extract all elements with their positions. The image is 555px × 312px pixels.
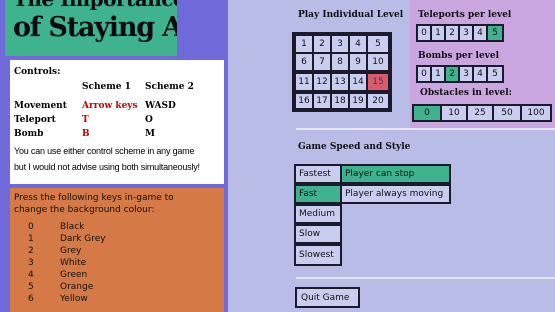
control-s2-movement: WASD bbox=[145, 101, 176, 111]
level-button-11[interactable]: 11 bbox=[294, 72, 314, 92]
level-button-2[interactable]: 2 bbox=[312, 34, 332, 54]
colour-name: White bbox=[60, 258, 87, 268]
colour-key: 4 bbox=[28, 270, 34, 280]
level-button-19[interactable]: 19 bbox=[348, 92, 368, 110]
speed-fastest-button[interactable]: Fastest bbox=[294, 164, 342, 184]
level-button-7[interactable]: 7 bbox=[312, 52, 332, 72]
obstacles-option-0[interactable]: 0 bbox=[412, 104, 442, 122]
level-button-3[interactable]: 3 bbox=[330, 34, 350, 54]
level-button-18[interactable]: 18 bbox=[330, 92, 350, 110]
bombs-heading: Bombs per level bbox=[418, 51, 500, 61]
colour-name: Yellow bbox=[60, 294, 88, 304]
colour-name: Green bbox=[60, 270, 88, 280]
level-select-heading: Play Individual Level bbox=[298, 10, 404, 20]
quit-game-button[interactable]: Quit Game bbox=[295, 287, 360, 308]
divider bbox=[296, 277, 555, 279]
colour-name: Black bbox=[60, 222, 85, 232]
control-s1-teleport: T bbox=[82, 115, 89, 125]
level-button-14[interactable]: 14 bbox=[348, 72, 368, 92]
colour-key: 3 bbox=[28, 258, 34, 268]
colour-option: 6 Yellow bbox=[28, 294, 178, 306]
controls-panel: Controls: Scheme 1 Scheme 2 Movement Arr… bbox=[10, 60, 224, 184]
control-s1-bomb: B bbox=[82, 129, 90, 139]
level-button-15[interactable]: 15 bbox=[366, 72, 390, 92]
colour-option: 5 Orange bbox=[28, 282, 178, 294]
title-banner: The Importance of Staying Alive bbox=[5, 0, 177, 56]
colour-option: 1 Dark Grey bbox=[28, 234, 178, 246]
control-s2-teleport: O bbox=[145, 115, 153, 125]
colour-name: Dark Grey bbox=[60, 234, 106, 244]
control-s2-bomb: M bbox=[145, 129, 155, 139]
level-button-17[interactable]: 17 bbox=[312, 92, 332, 110]
level-grid: 1 2 3 4 5 6 7 8 9 10 11 12 13 14 15 16 1… bbox=[292, 32, 392, 112]
teleports-heading: Teleports per level bbox=[418, 10, 512, 20]
teleports-option-5[interactable]: 5 bbox=[486, 24, 504, 42]
control-s1-movement: Arrow keys bbox=[82, 101, 138, 111]
level-button-20[interactable]: 20 bbox=[366, 92, 390, 110]
style-player-always-moving-button[interactable]: Player always moving bbox=[340, 184, 451, 204]
controls-heading: Controls: bbox=[14, 67, 61, 77]
colour-heading-2: change the background colour: bbox=[14, 205, 155, 215]
level-button-13[interactable]: 13 bbox=[330, 72, 350, 92]
control-label-movement: Movement bbox=[14, 101, 67, 111]
level-settings-panel: Teleports per level 0 1 2 3 4 5 Bombs pe… bbox=[410, 0, 555, 130]
title-line-1: The Importance bbox=[13, 0, 177, 11]
background-colour-panel: Press the following keys in-game to chan… bbox=[10, 188, 224, 312]
control-label-bomb: Bomb bbox=[14, 129, 44, 139]
level-button-1[interactable]: 1 bbox=[294, 34, 314, 54]
control-label-teleport: Teleport bbox=[14, 115, 56, 125]
speed-slow-button[interactable]: Slow bbox=[294, 224, 342, 244]
style-player-can-stop-button[interactable]: Player can stop bbox=[340, 164, 451, 184]
level-button-16[interactable]: 16 bbox=[294, 92, 314, 110]
colour-option: 2 Grey bbox=[28, 246, 178, 258]
colour-key: 5 bbox=[28, 282, 34, 292]
level-button-10[interactable]: 10 bbox=[366, 52, 390, 72]
scheme1-header: Scheme 1 bbox=[82, 82, 131, 92]
controls-note-1: You can use either control scheme in any… bbox=[14, 146, 195, 156]
level-button-4[interactable]: 4 bbox=[348, 34, 368, 54]
obstacles-option-25[interactable]: 25 bbox=[466, 104, 494, 122]
colour-heading-1: Press the following keys in-game to bbox=[14, 193, 174, 203]
bombs-option-5[interactable]: 5 bbox=[486, 65, 504, 83]
divider bbox=[296, 128, 555, 130]
colour-option: 4 Green bbox=[28, 270, 178, 282]
speed-fast-button[interactable]: Fast bbox=[294, 184, 342, 204]
colour-name: Orange bbox=[60, 282, 94, 292]
colour-option: 0 Black bbox=[28, 222, 178, 234]
obstacles-option-10[interactable]: 10 bbox=[440, 104, 468, 122]
obstacles-option-100[interactable]: 100 bbox=[520, 104, 552, 122]
title-line-2: of Staying Alive bbox=[13, 12, 177, 43]
colour-option: 3 White bbox=[28, 258, 178, 270]
colour-key: 2 bbox=[28, 246, 34, 256]
colour-key: 1 bbox=[28, 234, 34, 244]
colour-key: 0 bbox=[28, 222, 34, 232]
level-button-12[interactable]: 12 bbox=[312, 72, 332, 92]
level-button-6[interactable]: 6 bbox=[294, 52, 314, 72]
colour-name: Grey bbox=[60, 246, 82, 256]
level-button-5[interactable]: 5 bbox=[366, 34, 390, 54]
level-button-9[interactable]: 9 bbox=[348, 52, 368, 72]
colour-key: 6 bbox=[28, 294, 34, 304]
game-speed-heading: Game Speed and Style bbox=[298, 142, 411, 152]
level-button-8[interactable]: 8 bbox=[330, 52, 350, 72]
speed-slowest-button[interactable]: Slowest bbox=[294, 244, 342, 266]
obstacles-heading: Obstacles in level: bbox=[420, 88, 512, 98]
scheme2-header: Scheme 2 bbox=[145, 82, 194, 92]
speed-medium-button[interactable]: Medium bbox=[294, 204, 342, 224]
obstacles-option-50[interactable]: 50 bbox=[492, 104, 522, 122]
controls-note-2: but I would not advise using both simult… bbox=[14, 162, 200, 172]
